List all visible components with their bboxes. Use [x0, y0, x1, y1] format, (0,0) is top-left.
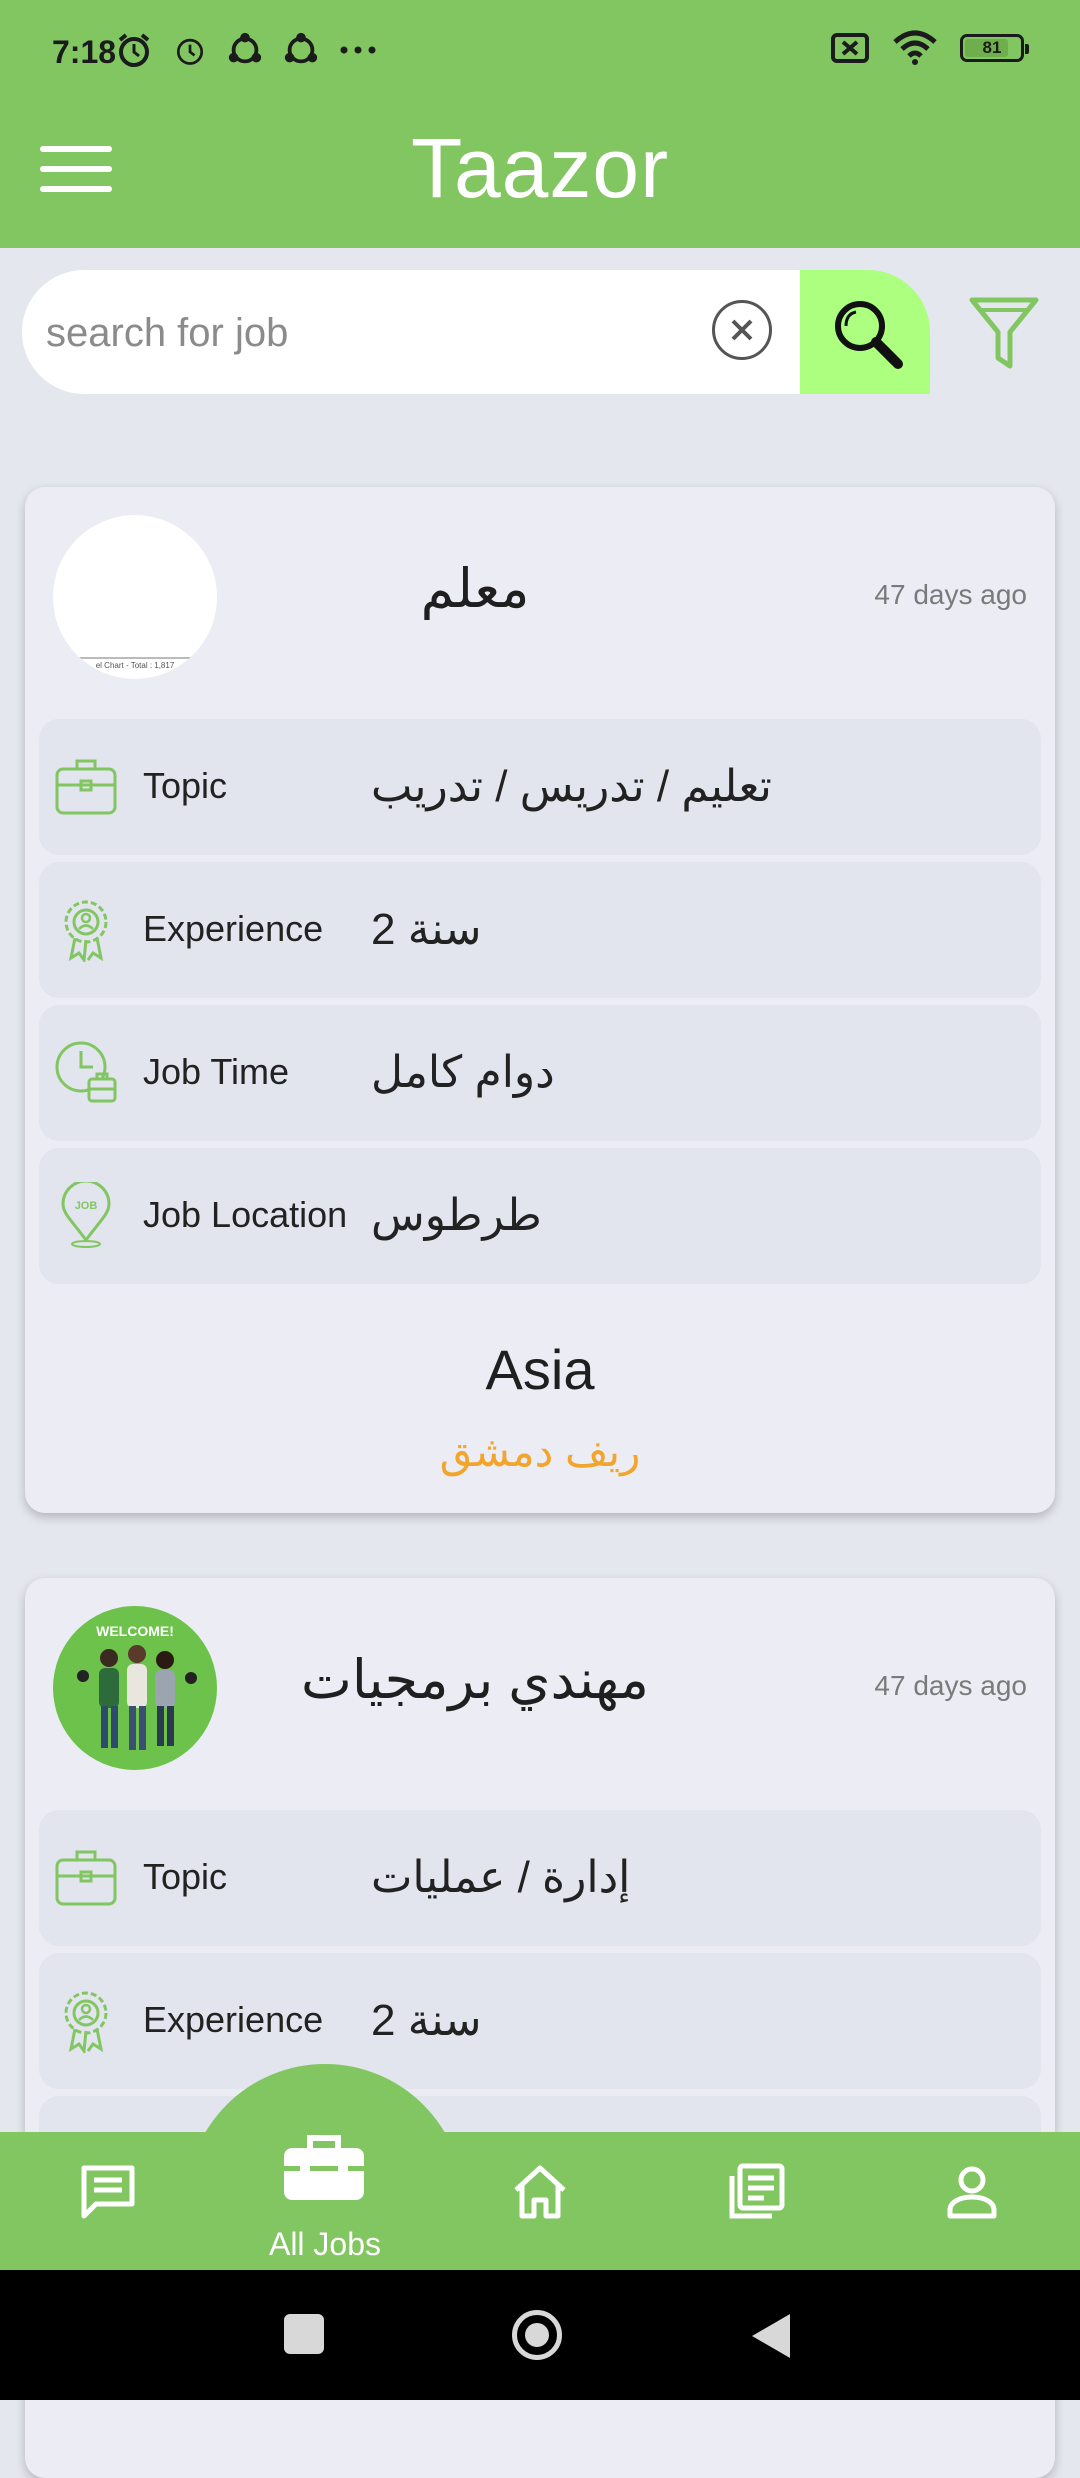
job-posted-date: 47 days ago	[874, 1670, 1027, 1701]
avatar-text: WELCOME!	[96, 1623, 174, 1639]
back-button[interactable]	[752, 2314, 790, 2358]
nav-articles[interactable]	[706, 2160, 806, 2250]
home-dot	[525, 2323, 549, 2347]
job-field-row: Job Time دوام كامل	[39, 1005, 1041, 1141]
job-field-row: Topic تعليم / تدريس / تدريب	[39, 719, 1041, 855]
field-value: إدارة / عمليات	[371, 1853, 631, 1902]
home-button[interactable]	[512, 2310, 562, 2360]
nav-home[interactable]	[490, 2160, 590, 2250]
app-title: Taazor	[410, 121, 670, 215]
job-field-row: Experience 2 سنة	[39, 1953, 1041, 2089]
alarm-outline-icon	[176, 38, 204, 65]
wifi-icon	[893, 30, 937, 65]
field-label: Job Time	[143, 1051, 290, 1092]
job-posted-date: 47 days ago	[874, 579, 1027, 610]
filter-icon	[969, 297, 1039, 369]
nav-all-jobs[interactable]	[274, 2132, 374, 2222]
clear-search-button[interactable]	[712, 300, 772, 360]
field-label: Job Location	[143, 1194, 348, 1235]
clock-briefcase-icon	[55, 1041, 117, 1103]
battery-indicator: 81	[960, 34, 1029, 62]
search-button[interactable]	[800, 270, 930, 394]
field-label: Topic	[143, 765, 228, 806]
award-icon	[64, 1991, 108, 2053]
job-field-row: Experience 2 سنة	[39, 862, 1041, 998]
field-value: 2 سنة	[371, 1996, 482, 2045]
recents-button[interactable]	[284, 2314, 324, 2354]
filter-button[interactable]	[968, 292, 1040, 372]
field-label: Topic	[143, 1856, 228, 1897]
field-label: Experience	[143, 1999, 324, 2040]
award-icon	[64, 900, 108, 962]
system-indicators: 81	[830, 30, 1029, 66]
field-label: Experience	[143, 908, 324, 949]
search-bar	[22, 270, 930, 394]
status-bar: 7:18 81	[0, 0, 1080, 108]
status-time: 7:18	[52, 34, 117, 70]
field-value: 2 سنة	[371, 905, 482, 954]
briefcase-icon	[55, 1850, 117, 1906]
job-location-pin-icon: JOB	[61, 1182, 111, 1248]
search-icon	[835, 301, 903, 369]
search-input[interactable]	[44, 300, 708, 366]
nav-all-jobs-label: All Jobs	[268, 2226, 382, 2262]
sync-icon-2	[284, 32, 318, 64]
job-card[interactable]: el Chart - Total : 1,817 معلم 47 days ag…	[25, 487, 1055, 1513]
avatar-caption: el Chart - Total : 1,817	[53, 657, 217, 670]
nav-messages[interactable]	[58, 2160, 158, 2250]
search-field	[22, 270, 802, 394]
close-icon	[731, 319, 753, 341]
company-avatar: el Chart - Total : 1,817	[53, 515, 217, 679]
job-city: ريف دمشق	[439, 1428, 641, 1475]
app-bar: 7:18 81 Taazor	[0, 0, 1080, 248]
job-field-row: JOB Job Location طرطوس	[39, 1148, 1041, 1284]
more-dots-icon	[340, 46, 376, 54]
svg-text:JOB: JOB	[75, 1200, 98, 1212]
newspaper-icon	[729, 2163, 785, 2219]
sync-icon	[228, 32, 262, 64]
system-navigation-bar	[0, 2270, 1080, 2400]
sim-off-icon	[831, 33, 869, 63]
company-avatar: WELCOME!	[53, 1606, 217, 1770]
field-value: طرطوس	[371, 1191, 542, 1240]
home-icon	[514, 2165, 566, 2219]
field-value: تعليم / تدريس / تدريب	[371, 762, 772, 811]
toolbox-icon	[284, 2135, 364, 2200]
welcome-illustration: WELCOME!	[77, 1623, 197, 1750]
job-title: مهندي برمجيات	[301, 1650, 649, 1710]
battery-percent: 81	[982, 38, 1002, 57]
job-title: معلم	[420, 559, 530, 619]
alarm-icon	[118, 33, 150, 67]
field-value: دوام كامل	[371, 1048, 555, 1097]
nav-profile[interactable]	[922, 2160, 1022, 2250]
briefcase-icon	[55, 759, 117, 815]
notification-icons	[114, 30, 378, 70]
job-field-row: Topic إدارة / عمليات	[39, 1810, 1041, 1946]
chat-icon	[81, 2165, 135, 2219]
person-icon	[947, 2166, 997, 2219]
job-region: Asia	[485, 1338, 595, 1401]
